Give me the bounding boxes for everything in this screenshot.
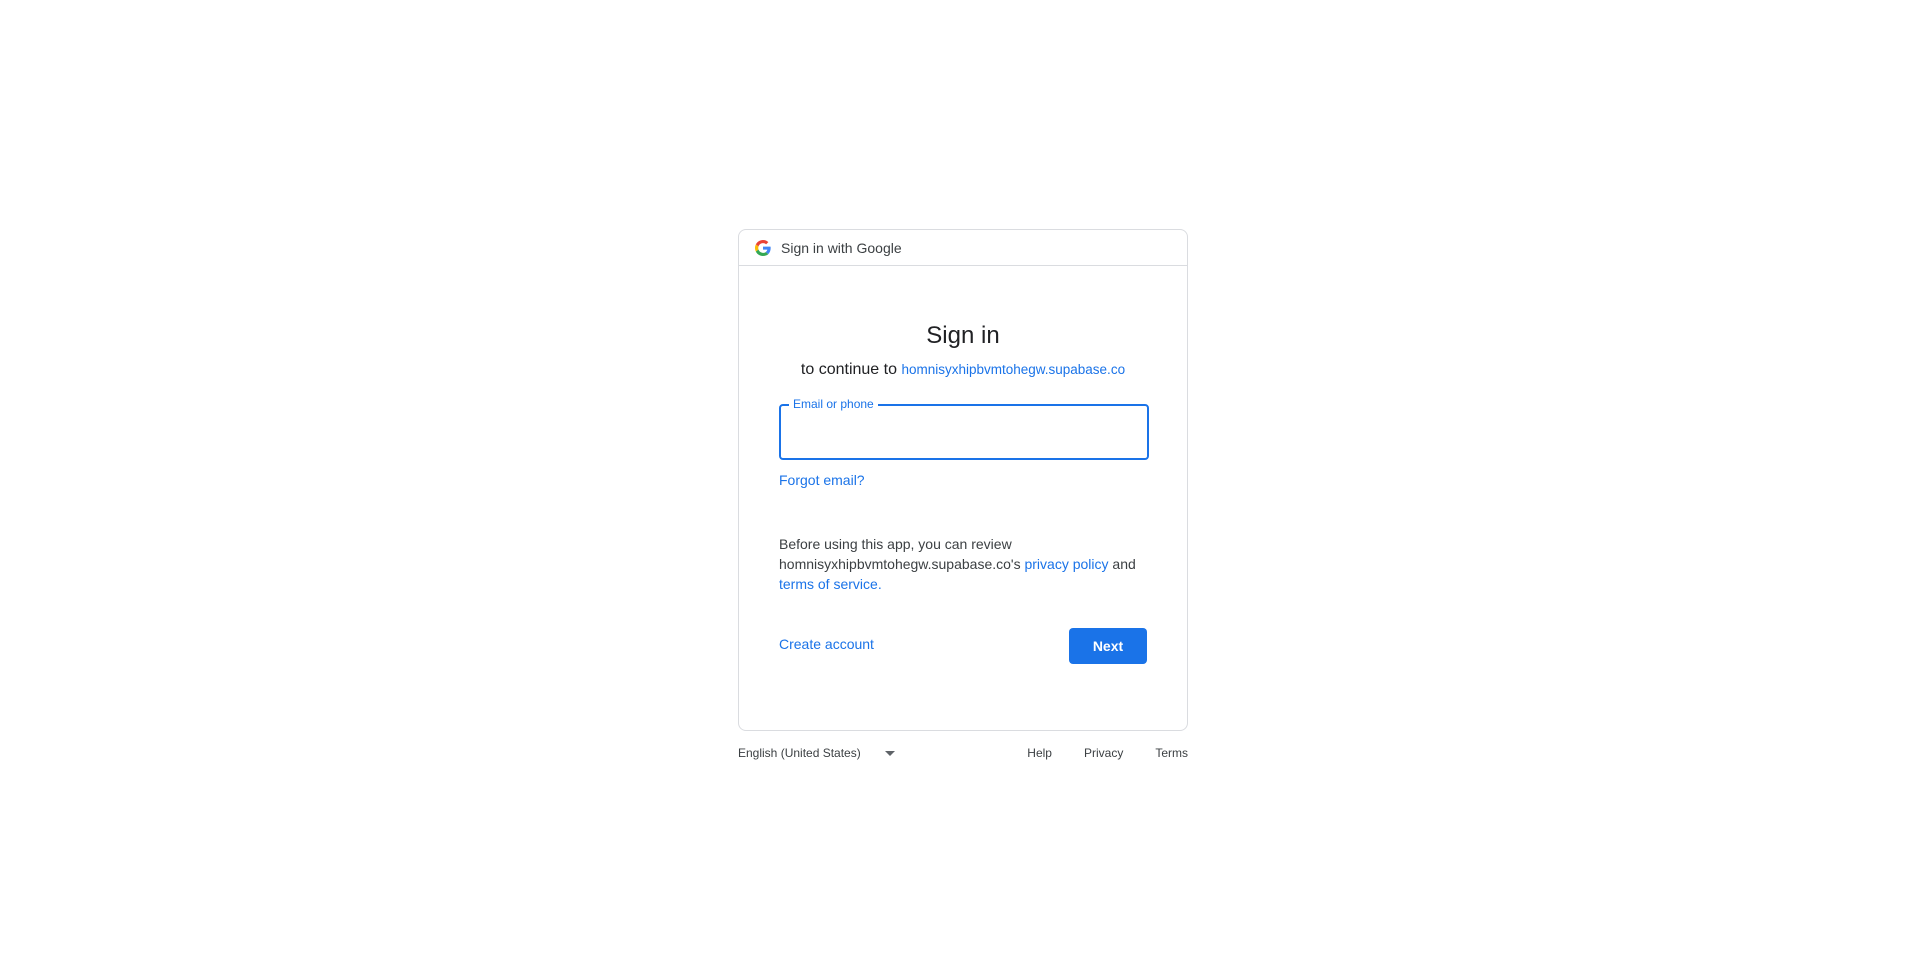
notice-domain: homnisyxhipbvmtohegw.supabase.co's bbox=[779, 556, 1021, 572]
terms-link[interactable]: Terms bbox=[1155, 746, 1188, 760]
notice-period: . bbox=[877, 576, 882, 592]
subtitle-prefix: to continue to bbox=[800, 361, 897, 378]
privacy-policy-link[interactable]: privacy policy bbox=[1024, 556, 1108, 572]
page-title: Sign in bbox=[926, 322, 1000, 349]
language-select[interactable]: English (United States) bbox=[738, 746, 895, 760]
terms-of-service-link[interactable]: terms of service bbox=[779, 576, 878, 592]
caret-down-icon bbox=[884, 750, 895, 756]
privacy-link[interactable]: Privacy bbox=[1084, 746, 1123, 760]
google-g-icon bbox=[755, 239, 771, 256]
next-button[interactable]: Next bbox=[1069, 628, 1147, 664]
header-title: Sign in with Google bbox=[781, 239, 902, 256]
forgot-email-link[interactable]: Forgot email? bbox=[779, 470, 865, 490]
subtitle: to continue to homnisyxhipbvmtohegw.supa… bbox=[779, 358, 1147, 382]
card-header: Sign in with Google bbox=[739, 230, 1187, 266]
app-domain-link[interactable]: homnisyxhipbvmtohegw.supabase.co bbox=[901, 362, 1125, 377]
footer-links: Help Privacy Terms bbox=[995, 746, 1188, 760]
card-body: Sign in to continue to homnisyxhipbvmtoh… bbox=[739, 320, 1187, 664]
app-review-notice: Before using this app, you can review ho… bbox=[779, 534, 1151, 594]
sign-in-card: Sign in with Google Sign in to continue … bbox=[738, 229, 1188, 731]
email-field-wrapper: Email or phone bbox=[779, 396, 1149, 460]
language-label: English (United States) bbox=[738, 746, 861, 760]
actions-row: Create account Next bbox=[779, 628, 1147, 664]
create-account-button[interactable]: Create account bbox=[779, 636, 874, 652]
email-field-label: Email or phone bbox=[789, 396, 878, 412]
notice-text: Before using this app, you can review bbox=[779, 536, 1012, 552]
notice-and: and bbox=[1112, 556, 1136, 572]
help-link[interactable]: Help bbox=[1027, 746, 1052, 760]
email-field[interactable] bbox=[779, 404, 1149, 460]
footer: English (United States) Help Privacy Ter… bbox=[738, 746, 1188, 766]
page: Sign in with Google Sign in to continue … bbox=[0, 0, 1920, 958]
